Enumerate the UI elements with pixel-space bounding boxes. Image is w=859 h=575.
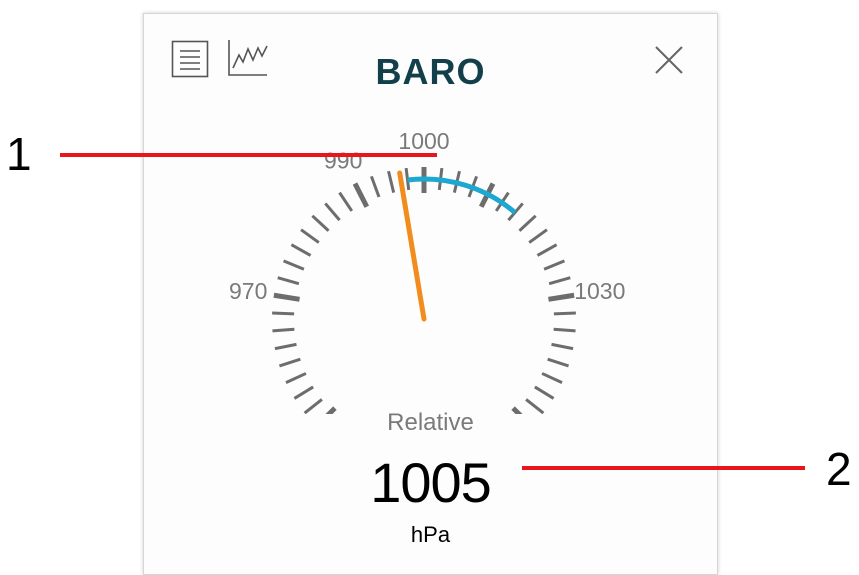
minor-tick [285, 372, 307, 384]
minor-tick [293, 385, 314, 400]
major-tick [273, 292, 300, 302]
minor-tick [553, 327, 576, 333]
major-tick [352, 182, 370, 208]
minor-tick [324, 202, 341, 222]
minor-tick [369, 175, 381, 198]
minor-tick [534, 385, 555, 400]
minor-tick [548, 276, 571, 286]
gauge-needle [397, 170, 427, 322]
scale-label: 1030 [574, 278, 625, 304]
minor-tick [278, 357, 301, 368]
minor-tick [272, 311, 295, 316]
minor-tick [290, 243, 312, 257]
pressure-dial: 950970990100010301050 [229, 128, 625, 414]
scale-label: 990 [324, 147, 362, 173]
major-tick [548, 292, 575, 302]
minor-tick [547, 357, 570, 368]
minor-tick [311, 214, 330, 232]
minor-tick [541, 372, 563, 384]
minor-tick [274, 342, 297, 351]
minor-tick [277, 276, 300, 286]
mode-label[interactable]: Relative [144, 409, 717, 437]
scale-label: 970 [229, 278, 267, 304]
barometer-panel: BARO 950970990100010301050 Relative 1005… [143, 13, 718, 575]
pressure-value: 1005 [370, 451, 492, 514]
minor-tick [387, 170, 396, 193]
callout-label-1: 1 [6, 128, 32, 180]
minor-tick [338, 191, 354, 212]
minor-tick [528, 228, 548, 244]
minor-tick [543, 259, 566, 271]
minor-tick [536, 243, 558, 257]
minor-tick [282, 259, 305, 271]
minor-tick [518, 214, 537, 232]
minor-tick [272, 327, 295, 333]
callout-label-2: 2 [826, 443, 852, 495]
minor-tick [551, 342, 574, 351]
callout-line-1 [60, 153, 437, 157]
pressure-unit: hPa [410, 522, 451, 547]
minor-tick [300, 228, 320, 244]
scale-label: 1000 [398, 128, 449, 154]
callout-line-2 [522, 466, 805, 470]
minor-tick [553, 311, 576, 316]
